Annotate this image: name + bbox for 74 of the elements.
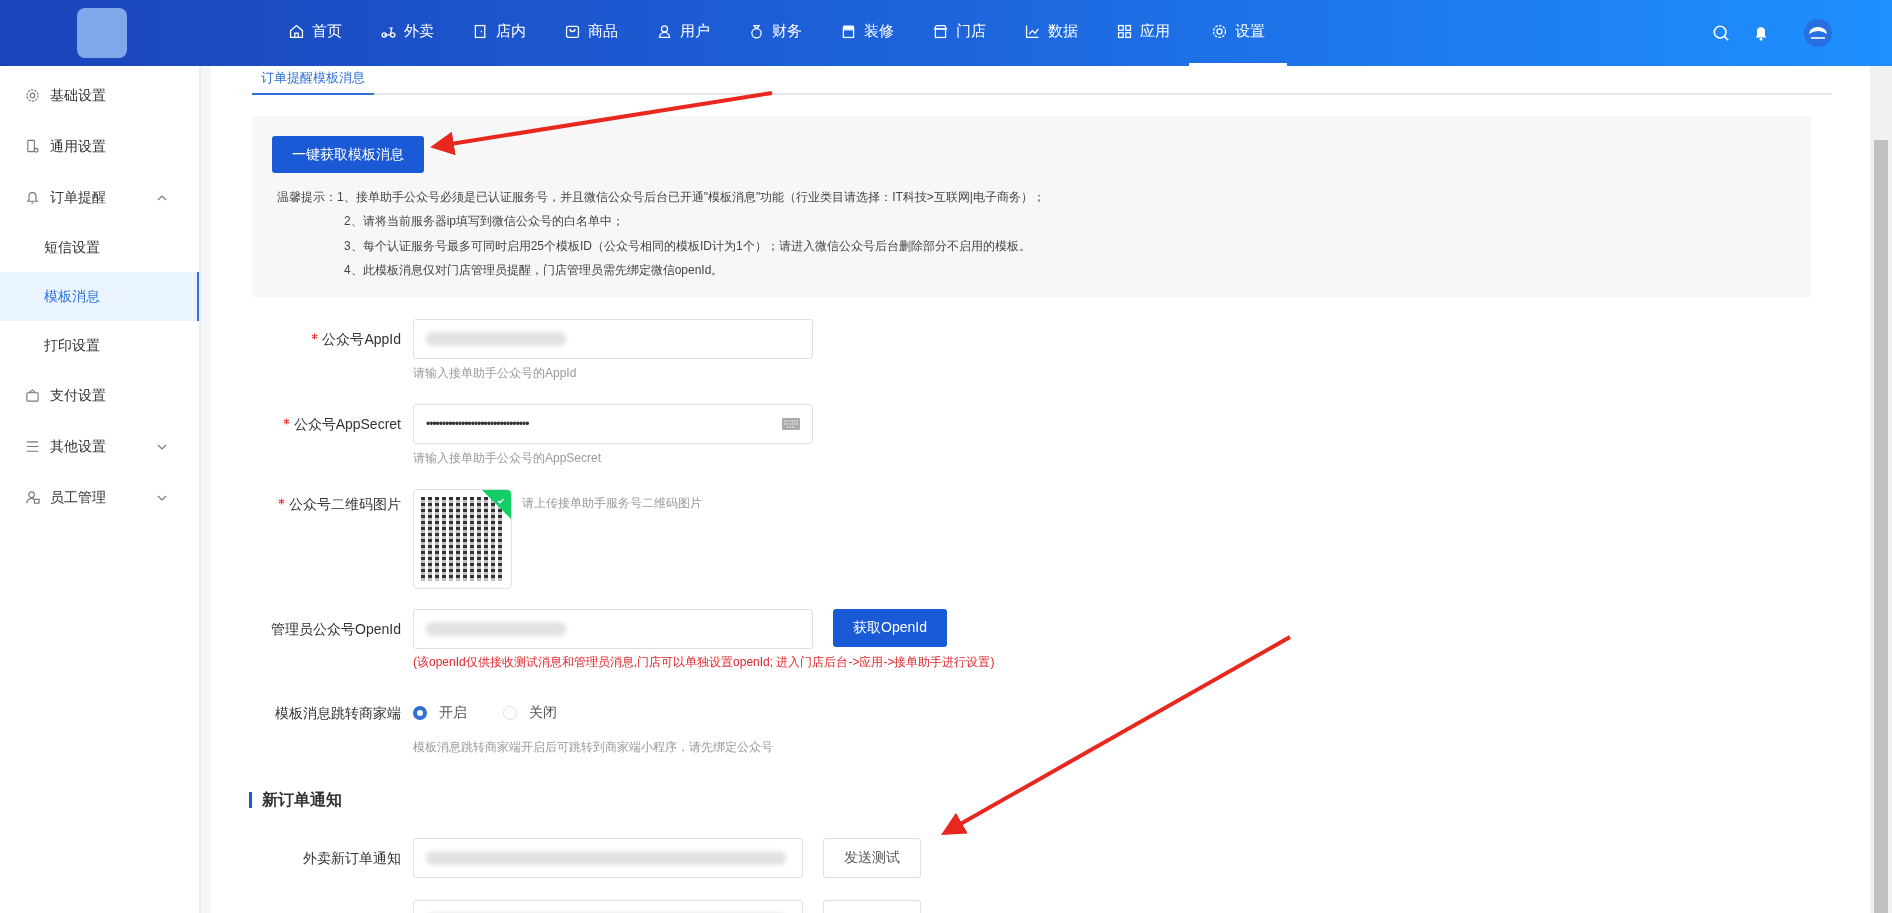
- required-asterisk-icon: [278, 498, 285, 505]
- sidebar-item[interactable]: 其他设置: [0, 421, 199, 472]
- scrollbar-thumb[interactable]: [1874, 140, 1888, 913]
- nav-item[interactable]: 财务: [729, 0, 821, 66]
- sidebar-item[interactable]: 模板消息: [0, 272, 199, 321]
- tip-text: 4、此模板消息仅对门店管理员提醒，门店管理员需先绑定微信openId。: [344, 262, 724, 280]
- sidebar-item[interactable]: 打印设置: [0, 321, 199, 370]
- field-label: 模板消息跳转商家端: [275, 705, 401, 721]
- storefront-icon: [840, 23, 857, 40]
- money-bag-icon: [748, 23, 765, 40]
- tip-text: 1、接单助手公众号必须是已认证服务号，并且微信公众号后台已开通"模板消息"功能（行业类目请选择：IT科技>互联网|电子商务）；: [337, 188, 1045, 206]
- sidebar-item[interactable]: 基础设置: [0, 70, 199, 121]
- tip-text: 3、每个认证服务号最多可同时启用25个模板ID（公众号相同的模板ID计为1个）；请进入微信公众号后台删除部分不启用的模板。: [344, 237, 1031, 255]
- required-asterisk-icon: [311, 333, 319, 340]
- scrollbar[interactable]: [1870, 66, 1892, 913]
- fetch-template-button[interactable]: 一键获取模板消息: [272, 136, 424, 173]
- field-label: 公众号AppSecret: [293, 416, 401, 432]
- keyboard-icon[interactable]: [782, 418, 800, 430]
- sidebar-item[interactable]: 支付设置: [0, 370, 199, 421]
- tip-label: 温馨提示：: [277, 188, 337, 206]
- warning-note: (该openId仅供接收测试消息和管理员消息,门店可以单独设置openId; 进入门店后台->应用->接单助手进行设置): [413, 654, 995, 671]
- caret-down-icon: [157, 443, 167, 450]
- sidebar-item[interactable]: 通用设置: [0, 121, 199, 172]
- required-asterisk-icon: [282, 418, 290, 425]
- settings-icon: [1211, 23, 1228, 40]
- section-title: 新订单通知: [249, 792, 1832, 808]
- caret-up-icon: [157, 194, 167, 201]
- sidebar-item[interactable]: 员工管理: [0, 472, 199, 523]
- bag-icon: [564, 23, 581, 40]
- field-hint: 请输入接单助手公众号的AppId: [413, 365, 578, 382]
- sidebar-item[interactable]: 订单提醒: [0, 172, 199, 223]
- sidebar-item[interactable]: 短信设置: [0, 223, 199, 272]
- field-label: 管理员公众号OpenId: [271, 621, 401, 637]
- bell-icon: [25, 190, 40, 205]
- nav-item[interactable]: 数据: [1005, 0, 1097, 66]
- wallet-icon: [25, 388, 40, 403]
- field-hint: 请输入接单助手公众号的AppSecret: [413, 450, 603, 467]
- image-upload[interactable]: [413, 489, 512, 589]
- field-label: 公众号AppId: [322, 331, 401, 347]
- phone-icon: [25, 139, 40, 154]
- tip-text: 2、请将当前服务器ip填写到微信公众号的白名单中；: [344, 213, 624, 231]
- upload-hint: 请上传接单助手服务号二维码图片: [522, 495, 702, 512]
- settings-icon: [25, 88, 40, 103]
- home-icon: [288, 23, 305, 40]
- input-field[interactable]: [413, 319, 813, 359]
- search-icon[interactable]: [1712, 24, 1730, 42]
- send-test-button[interactable]: 发送测试: [823, 838, 921, 878]
- store-icon: [932, 23, 949, 40]
- avatar-icon[interactable]: [1804, 19, 1832, 47]
- nav-item[interactable]: 门店: [913, 0, 1005, 66]
- user-lock-icon: [25, 490, 40, 505]
- field-label: 公众号二维码图片: [289, 496, 401, 512]
- field-label: 外卖新订单通知: [303, 850, 401, 866]
- nav-item[interactable]: 应用: [1097, 0, 1189, 66]
- chart-icon: [1024, 23, 1041, 40]
- tab[interactable]: 订单提醒模板消息: [252, 66, 374, 95]
- grid-icon: [1116, 23, 1133, 40]
- input-field[interactable]: [413, 838, 803, 878]
- field-hint: 模板消息跳转商家端开启后可跳转到商家端小程序，请先绑定公众号: [413, 739, 773, 756]
- get-openid-button[interactable]: 获取OpenId: [833, 609, 947, 647]
- input-field[interactable]: [413, 609, 813, 649]
- nav-item[interactable]: 首页: [269, 0, 361, 66]
- menu-icon: [25, 439, 40, 454]
- logo-placeholder: [77, 8, 127, 58]
- nav-item[interactable]: 装修: [821, 0, 913, 66]
- nav-item[interactable]: 商品: [545, 0, 637, 66]
- radio-option[interactable]: 开启: [413, 704, 467, 722]
- caret-down-icon: [157, 494, 167, 501]
- password-field[interactable]: ••••••••••••••••••••••••••••••••: [413, 404, 813, 444]
- radio-option[interactable]: 关闭: [503, 704, 557, 722]
- nav-item[interactable]: 外卖: [361, 0, 453, 66]
- nav-item[interactable]: 店内: [453, 0, 545, 66]
- nav-item[interactable]: 用户: [637, 0, 729, 66]
- user-icon: [656, 23, 673, 40]
